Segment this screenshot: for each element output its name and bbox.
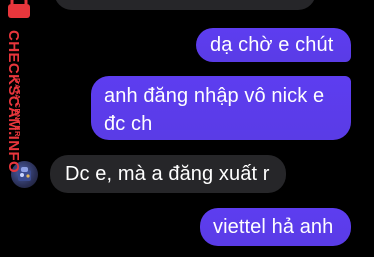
watermark: DATA CENTER CHECKSCAM.INFO <box>0 0 40 257</box>
chat-screen: dạ chờ e chút anh đăng nhập vô nick e đc… <box>0 0 374 257</box>
message-text: dạ chờ e chút <box>210 34 334 56</box>
message-bubble-incoming[interactable]: Dc e, mà a đăng xuất r <box>50 155 286 193</box>
message-bubble-outgoing[interactable]: viettel hả anh <box>200 208 351 246</box>
message-text: anh đăng nhập vô nick e đc ch <box>104 85 325 135</box>
message-bubble-outgoing[interactable]: anh đăng nhập vô nick e đc ch <box>91 76 351 140</box>
message-text: viettel hả anh <box>213 216 334 238</box>
previous-incoming-bubble[interactable] <box>54 0 316 10</box>
watermark-main-text: CHECKSCAM.INFO <box>5 30 22 174</box>
lock-icon <box>8 0 30 18</box>
message-text: Dc e, mà a đăng xuất r <box>65 163 270 185</box>
message-bubble-outgoing[interactable]: dạ chờ e chút <box>196 28 351 62</box>
